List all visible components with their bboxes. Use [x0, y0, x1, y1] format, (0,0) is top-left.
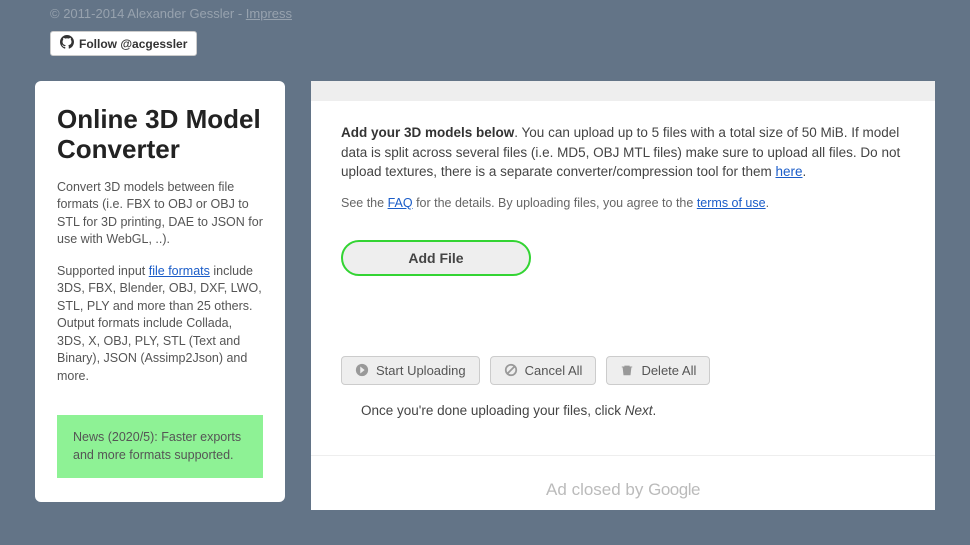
google-logo-text: Google: [648, 480, 700, 499]
follow-github-button[interactable]: Follow @acgessler: [50, 31, 197, 56]
ad-closed-banner: Ad closed by Google: [311, 455, 935, 510]
start-uploading-button[interactable]: Start Uploading: [341, 356, 480, 385]
page-title: Online 3D Model Converter: [57, 105, 263, 165]
action-button-row: Start Uploading Cancel All Delete All: [341, 356, 905, 385]
delete-all-button[interactable]: Delete All: [606, 356, 710, 385]
impress-link[interactable]: Impress: [246, 6, 292, 21]
add-file-button[interactable]: Add File: [341, 240, 531, 276]
sidebar-desc-1: Convert 3D models between file formats (…: [57, 179, 263, 249]
cancel-icon: [504, 363, 518, 377]
file-formats-link[interactable]: file formats: [149, 264, 210, 278]
main-panel: Add your 3D models below. You can upload…: [311, 81, 935, 502]
faq-link[interactable]: FAQ: [388, 196, 413, 210]
copyright-text: © 2011-2014 Alexander Gessler -: [50, 6, 246, 21]
top-copyright: © 2011-2014 Alexander Gessler - Impress: [0, 0, 970, 25]
instructions: Add your 3D models below. You can upload…: [341, 123, 905, 182]
next-hint: Once you're done uploading your files, c…: [361, 403, 905, 418]
sidebar: Online 3D Model Converter Convert 3D mod…: [35, 81, 285, 502]
news-box: News (2020/5): Faster exports and more f…: [57, 415, 263, 478]
arrow-right-circle-icon: [355, 363, 369, 377]
github-icon: [60, 35, 74, 52]
trash-icon: [620, 363, 634, 377]
faq-line: See the FAQ for the details. By uploadin…: [341, 196, 905, 210]
texture-tool-link[interactable]: here: [775, 164, 802, 179]
terms-link[interactable]: terms of use: [697, 196, 766, 210]
cancel-all-button[interactable]: Cancel All: [490, 356, 597, 385]
sidebar-desc-2: Supported input file formats include 3DS…: [57, 263, 263, 386]
follow-label: Follow @acgessler: [79, 37, 187, 51]
